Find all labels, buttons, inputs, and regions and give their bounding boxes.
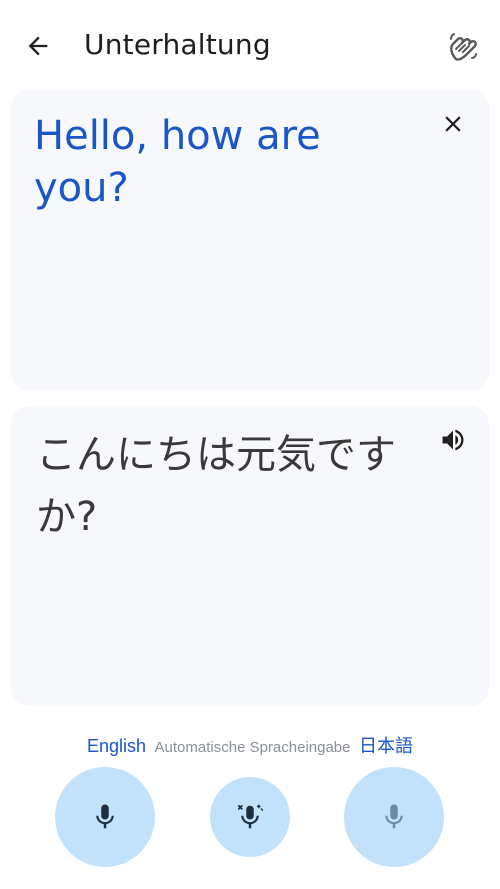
auto-detect-label: Automatische Spracheingabe <box>154 739 351 756</box>
target-language[interactable]: 日本語 <box>359 736 413 756</box>
volume-up-icon <box>442 429 464 451</box>
mic-icon <box>96 804 114 829</box>
back-button[interactable] <box>16 24 60 68</box>
source-text-card[interactable]: Hello, how are you? <box>11 90 489 390</box>
page-title: Unterhaltung <box>84 28 271 61</box>
arrow-back-icon <box>28 36 48 56</box>
close-icon <box>445 116 461 132</box>
face-to-face-button[interactable] <box>440 24 486 70</box>
translation-card: こんにちは元気ですか? <box>11 406 489 706</box>
mic-icon <box>385 804 403 829</box>
mic-auto-icon <box>237 804 264 829</box>
conversation-screen: Unterhaltung Hello, how are you? こんにちは元気… <box>0 0 500 889</box>
clear-button[interactable] <box>435 106 471 142</box>
listen-button[interactable] <box>435 422 471 458</box>
mic-button-japanese[interactable] <box>344 767 444 867</box>
language-selector-row: English Automatische Spracheingabe 日本語 <box>0 732 500 758</box>
source-language[interactable]: English <box>87 736 146 756</box>
top-app-bar: Unterhaltung <box>0 0 500 90</box>
waving-hand-icon <box>450 33 477 61</box>
source-text: Hello, how are you? <box>34 113 321 211</box>
translated-text: こんにちは元気ですか? <box>36 432 396 540</box>
mic-button-english[interactable] <box>55 767 155 867</box>
mic-button-auto[interactable] <box>210 777 290 857</box>
